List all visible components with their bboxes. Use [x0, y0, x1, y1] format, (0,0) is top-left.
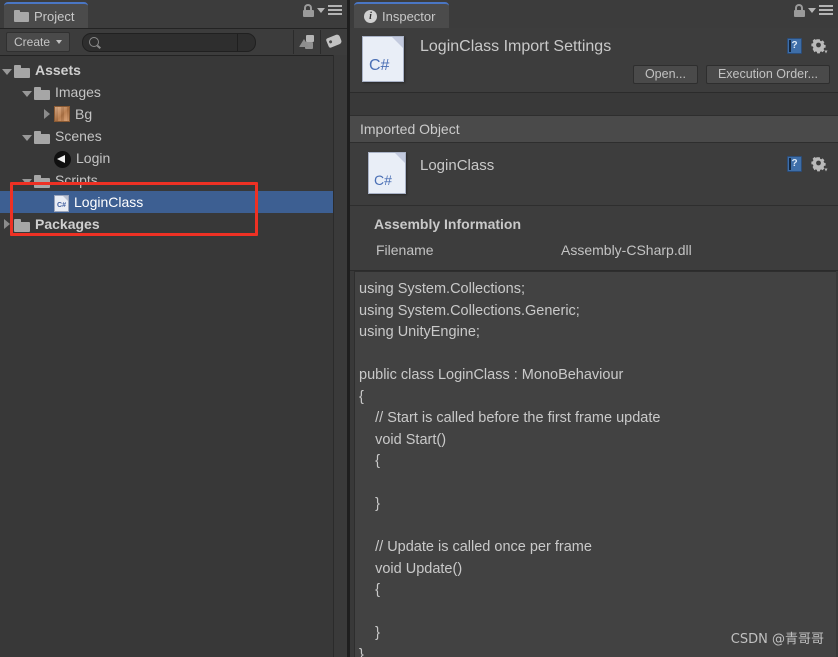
chevron-down-icon[interactable] [317, 8, 325, 13]
watermark: CSDN @青哥哥 [730, 632, 824, 647]
inspector-tabbar-controls [794, 4, 833, 17]
inspector-tabbar: i Inspector [350, 0, 838, 29]
imported-object-name: LoginClass [420, 157, 495, 174]
assembly-filename-row: Filename Assembly-CSharp.dll [350, 242, 838, 258]
twisty-expanded[interactable] [20, 172, 34, 188]
tree-item-label: Scripts [55, 172, 98, 188]
tree-item-label: Login [76, 150, 111, 166]
inspector-body: C# LoginClass Import Settings ? Open... … [350, 28, 838, 657]
chevron-down-icon[interactable] [808, 8, 816, 13]
inspector-panel: i Inspector C# LoginClass Import Setting… [350, 0, 838, 657]
unity-scene-icon [54, 150, 71, 168]
tree-item-packages[interactable]: Packages [0, 213, 347, 235]
tree-item-assets[interactable]: Assets [0, 59, 347, 81]
tab-project-label: Project [34, 8, 75, 24]
image-thumb-icon [54, 106, 70, 122]
execution-order-button[interactable]: Execution Order... [705, 65, 830, 84]
folder-icon [34, 174, 50, 188]
lock-icon[interactable] [303, 4, 314, 17]
tree-item-label: Assets [35, 62, 81, 78]
tree-item-images[interactable]: Images [0, 81, 347, 103]
lock-icon[interactable] [794, 4, 805, 17]
folder-icon [14, 64, 30, 78]
tab-project[interactable]: Project [4, 2, 89, 28]
assembly-information-section: Assembly Information Filename Assembly-C… [350, 206, 838, 271]
twisty-expanded[interactable] [20, 84, 34, 100]
tree-item-scenes[interactable]: Scenes [0, 125, 347, 147]
twisty-collapsed[interactable] [40, 106, 54, 122]
tab-inspector[interactable]: i Inspector [354, 2, 450, 28]
search-input[interactable] [83, 35, 256, 49]
twisty-collapsed[interactable] [0, 216, 14, 232]
project-panel: Project Create Assets Images Bg Scenes L… [0, 0, 347, 657]
filter-by-label-icon [325, 33, 343, 49]
gear-icon[interactable] [811, 38, 828, 54]
tree-item-label: Packages [35, 216, 100, 232]
twisty-expanded[interactable] [0, 62, 14, 78]
filter-by-type-icon [299, 35, 314, 49]
unity-editor-window: Project Create Assets Images Bg Scenes L… [0, 0, 838, 657]
tree-item-label: Scenes [55, 128, 102, 144]
code-preview-text: using System.Collections; using System.C… [359, 281, 661, 657]
twisty-expanded[interactable] [20, 128, 34, 144]
hamburger-menu-icon[interactable] [819, 5, 833, 16]
create-button[interactable]: Create [6, 32, 71, 52]
folder-icon [14, 10, 29, 22]
filter-by-type-button[interactable] [293, 30, 320, 54]
imported-object-section-header: Imported Object [350, 115, 838, 143]
project-tree: Assets Images Bg Scenes Login Scripts C# LoginC… [0, 56, 347, 235]
assembly-filename-value: Assembly-CSharp.dll [561, 242, 692, 258]
inspector-spacer [350, 93, 838, 115]
project-toolbar: Create [0, 29, 347, 56]
csharp-file-icon: C# [54, 194, 69, 212]
csharp-file-icon: C# [368, 152, 406, 194]
project-tabbar-controls [303, 4, 342, 17]
imported-object-section-label: Imported Object [360, 121, 460, 137]
import-settings-header-icons: ? [787, 38, 828, 54]
help-book-icon[interactable]: ? [787, 156, 802, 172]
tree-item-label: Bg [75, 106, 93, 122]
project-tabbar: Project [0, 0, 347, 29]
folder-icon [14, 218, 30, 232]
tree-item-loginclass[interactable]: C# LoginClass [0, 191, 347, 213]
chevron-down-icon [56, 40, 63, 44]
csharp-file-icon-label: C# [374, 172, 392, 188]
import-settings-header: C# LoginClass Import Settings ? Open... … [350, 28, 838, 93]
tree-item-label: LoginClass [74, 194, 144, 210]
import-settings-buttons: Open... Execution Order... [632, 65, 830, 84]
hamburger-menu-icon[interactable] [328, 5, 342, 16]
info-icon: i [364, 9, 377, 23]
search-field[interactable] [82, 32, 257, 52]
filter-by-label-button[interactable] [320, 30, 347, 54]
tree-item-login[interactable]: Login [0, 147, 347, 169]
help-book-icon[interactable]: ? [787, 38, 802, 54]
tab-inspector-label: Inspector [382, 8, 436, 24]
imported-object-row: C# LoginClass ? [350, 143, 838, 206]
create-button-label: Create [14, 35, 51, 49]
tree-item-label: Images [55, 84, 101, 100]
tree-item-bg[interactable]: Bg [0, 103, 347, 125]
search-icon [89, 36, 100, 47]
search-divider [237, 33, 239, 51]
imported-object-icons: ? [787, 156, 828, 172]
project-scrollbar[interactable] [333, 55, 347, 657]
csharp-file-icon: C# [362, 36, 404, 82]
tree-item-scripts[interactable]: Scripts [0, 169, 347, 191]
gear-icon[interactable] [811, 156, 828, 172]
code-preview-area[interactable]: using System.Collections; using System.C… [354, 271, 836, 657]
csharp-file-icon-label: C# [369, 57, 390, 74]
assembly-information-title: Assembly Information [374, 216, 522, 232]
open-button[interactable]: Open... [632, 65, 698, 84]
assembly-filename-label: Filename [376, 242, 434, 258]
page-title: LoginClass Import Settings [420, 38, 612, 55]
folder-icon [34, 130, 50, 144]
folder-icon [34, 86, 50, 100]
